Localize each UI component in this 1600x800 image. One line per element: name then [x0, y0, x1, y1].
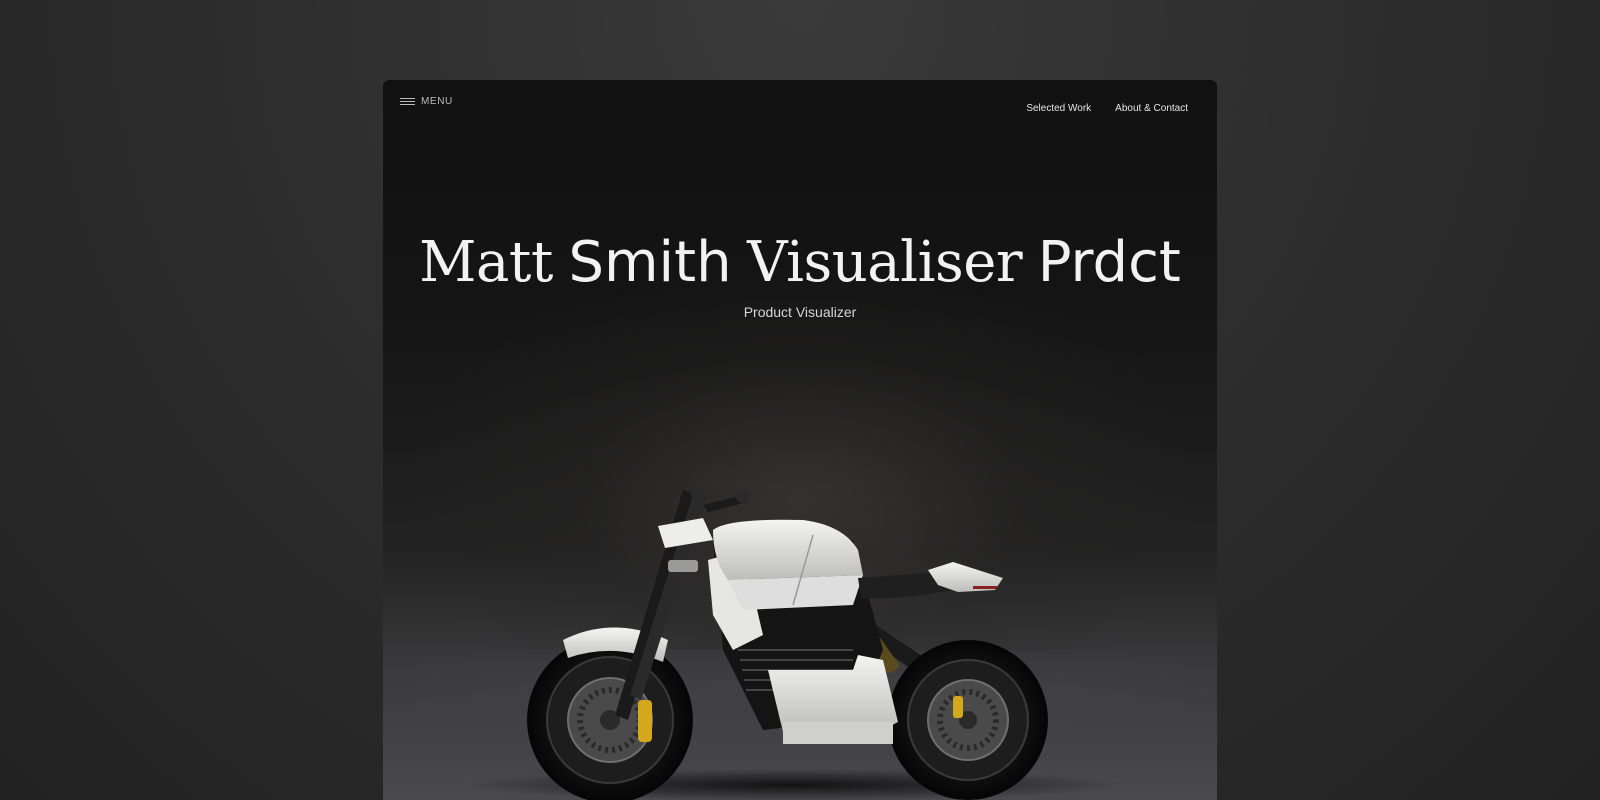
nav-selected-work[interactable]: Selected Work — [1026, 103, 1091, 114]
title-word-prdct: Prdct — [1037, 230, 1181, 295]
top-nav: Selected Work About & Contact — [1026, 103, 1188, 114]
motorcycle-image — [463, 482, 1123, 800]
title-word-visualiser: Visualiser — [747, 230, 1023, 295]
nav-about-contact[interactable]: About & Contact — [1115, 103, 1188, 114]
menu-button[interactable]: MENU — [400, 96, 453, 107]
title-word-matt: Matt — [419, 230, 553, 295]
hero-subtitle: Product Visualizer — [743, 304, 857, 320]
hamburger-icon — [400, 97, 415, 106]
title-word-smith: Smith — [568, 230, 732, 295]
menu-label: MENU — [421, 96, 453, 107]
site-frame: MENU Selected Work About & Contact Matt … — [383, 80, 1217, 800]
page-title: Matt Smith Visualiser Prdct — [383, 230, 1217, 295]
